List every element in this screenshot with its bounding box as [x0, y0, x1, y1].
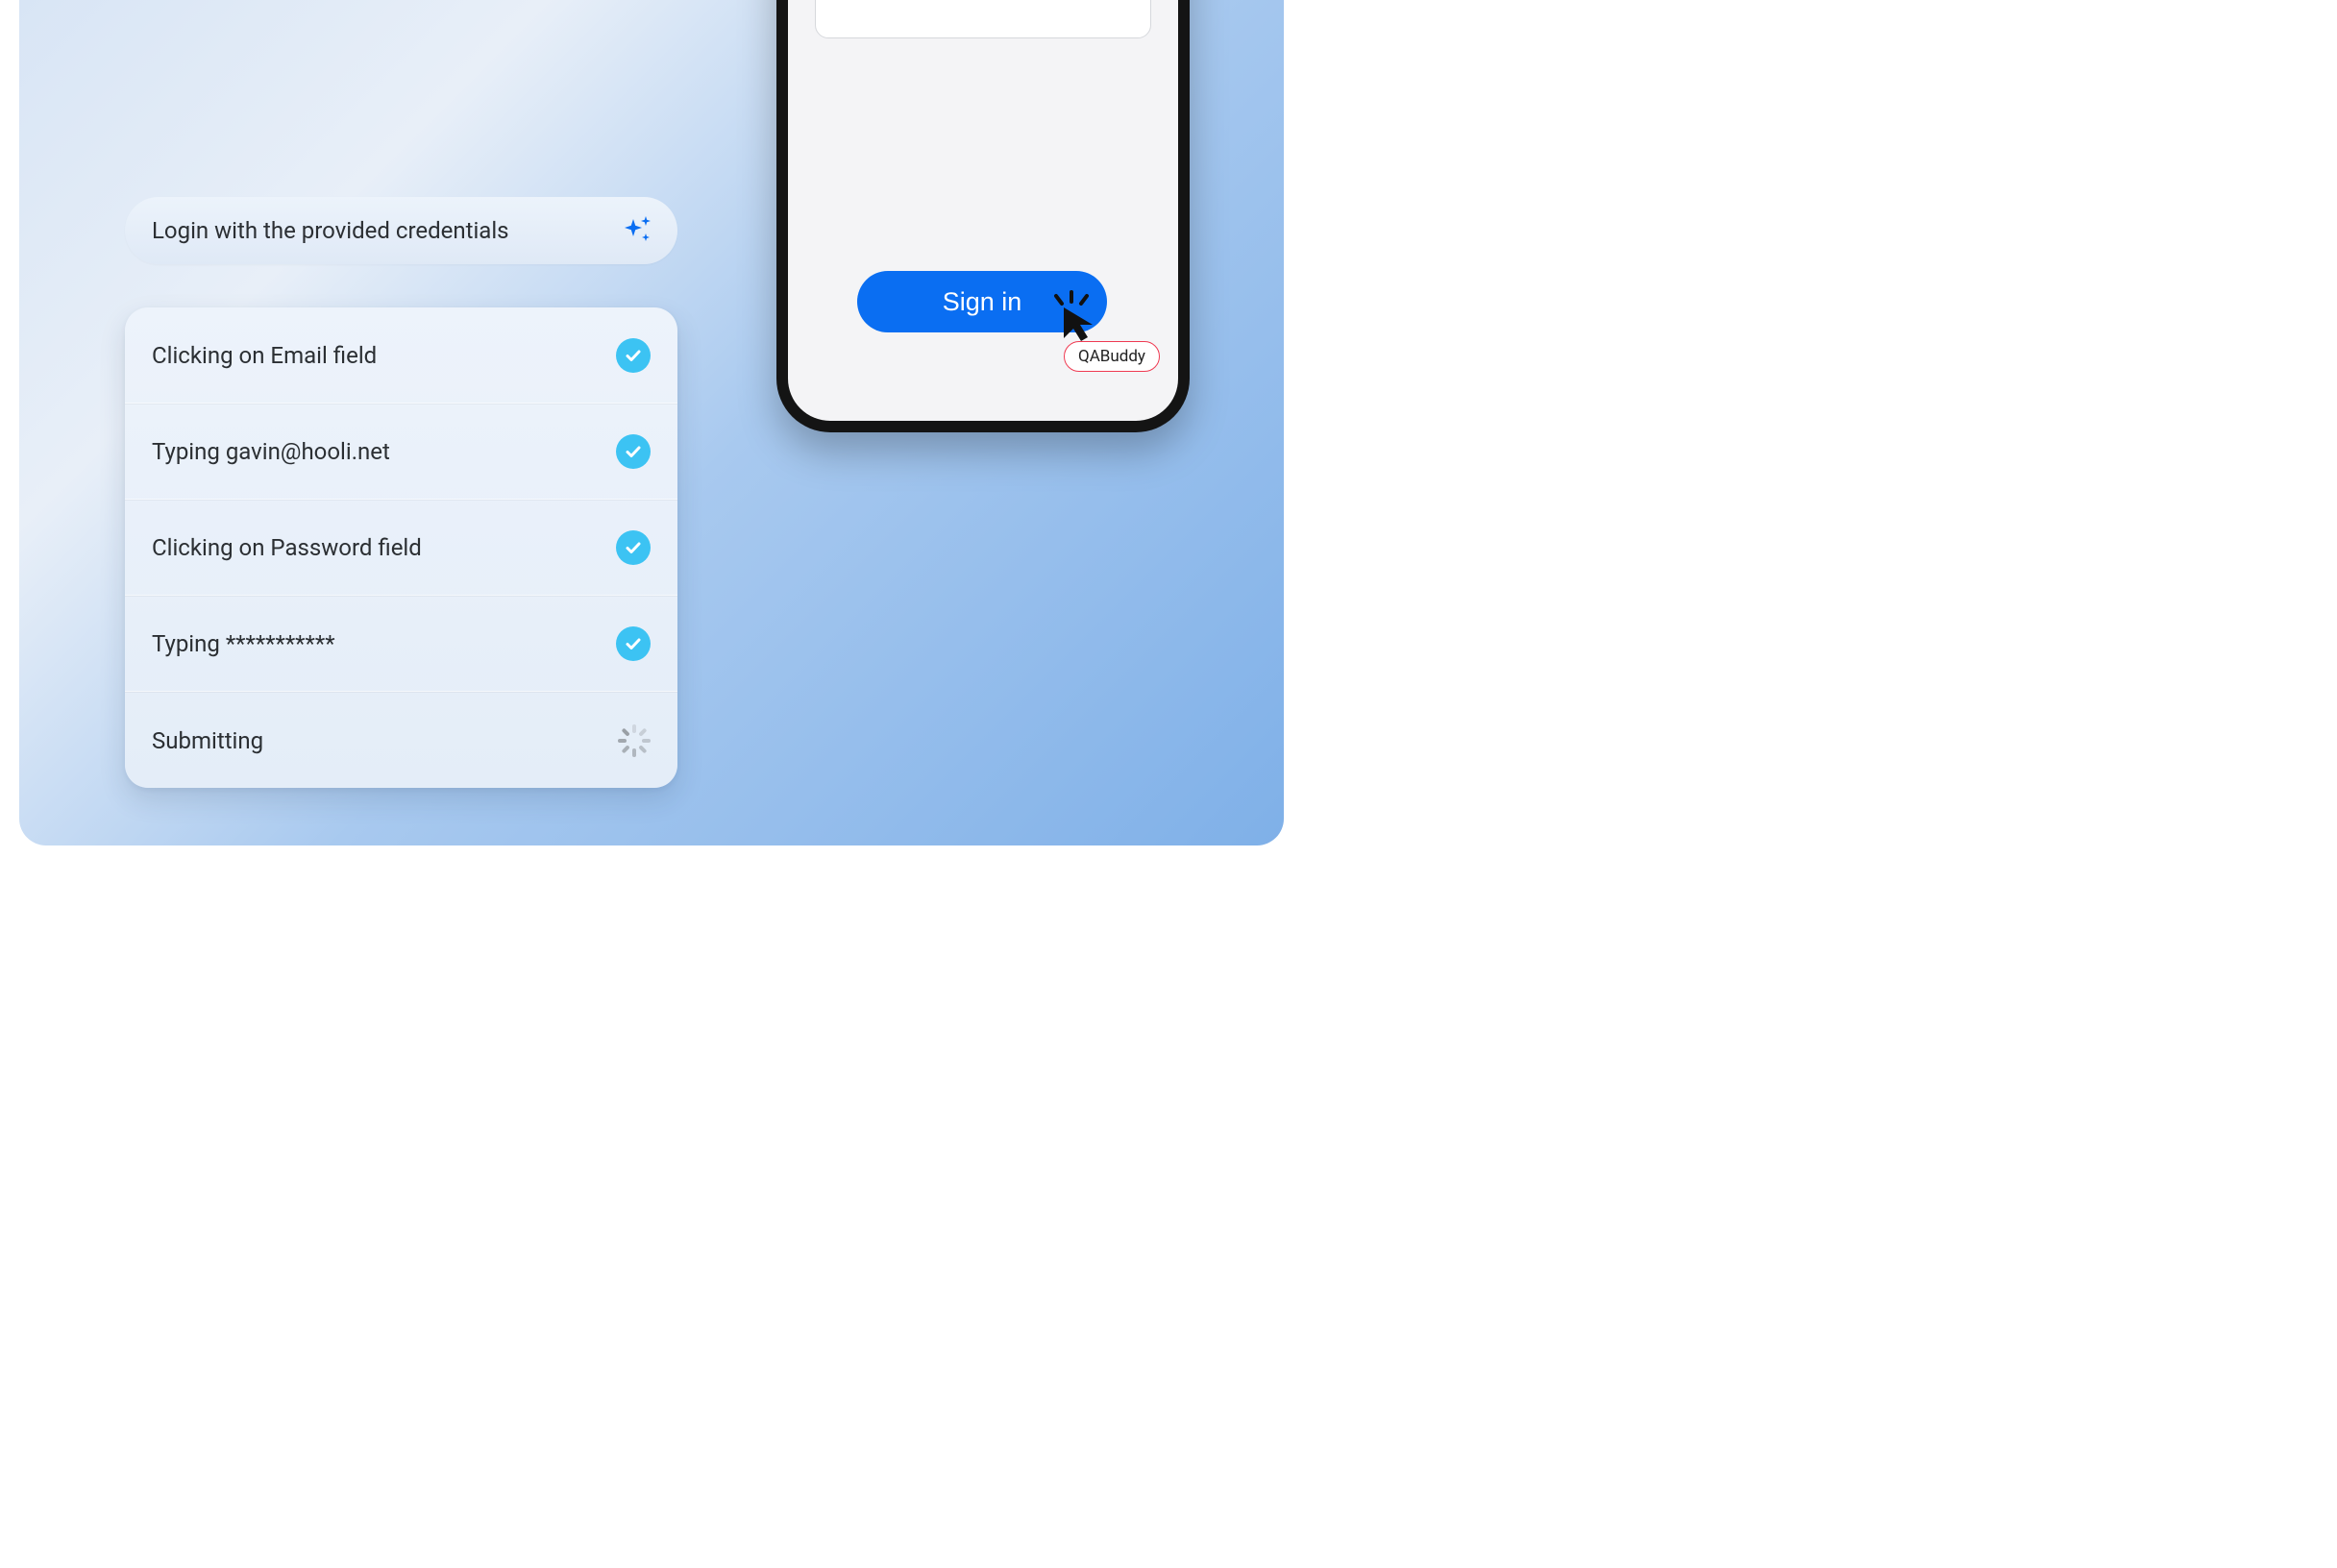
- agent-tag-label: QABuddy: [1078, 347, 1145, 366]
- check-icon: [616, 338, 651, 373]
- step-label: Typing gavin@hooli.net: [152, 438, 390, 465]
- check-icon: [616, 530, 651, 565]
- sparkle-icon: [620, 213, 654, 248]
- step-row: Clicking on Password field: [125, 500, 677, 596]
- step-row: Typing ***********: [125, 596, 677, 692]
- step-label: Clicking on Password field: [152, 534, 422, 561]
- spinner-icon: [618, 724, 651, 757]
- step-label: Typing ***********: [152, 630, 335, 657]
- check-icon: [616, 434, 651, 469]
- step-row: Clicking on Email field: [125, 307, 677, 404]
- step-row: Typing gavin@hooli.net: [125, 404, 677, 500]
- sign-in-button-label: Sign in: [943, 287, 1022, 317]
- step-label: Clicking on Email field: [152, 342, 377, 369]
- agent-tag: QABuddy: [1064, 341, 1160, 372]
- steps-card: Clicking on Email field Typing gavin@hoo…: [125, 307, 677, 788]
- step-row: Submitting: [125, 692, 677, 788]
- step-label: Submitting: [152, 727, 263, 754]
- check-icon: [616, 626, 651, 661]
- illustration-canvas: Login with the provided credentials Clic…: [19, 0, 1284, 845]
- prompt-pill: Login with the provided credentials: [125, 197, 677, 264]
- sign-in-button[interactable]: Sign in: [857, 271, 1107, 332]
- prompt-text: Login with the provided credentials: [152, 217, 509, 244]
- input-field[interactable]: [815, 0, 1151, 38]
